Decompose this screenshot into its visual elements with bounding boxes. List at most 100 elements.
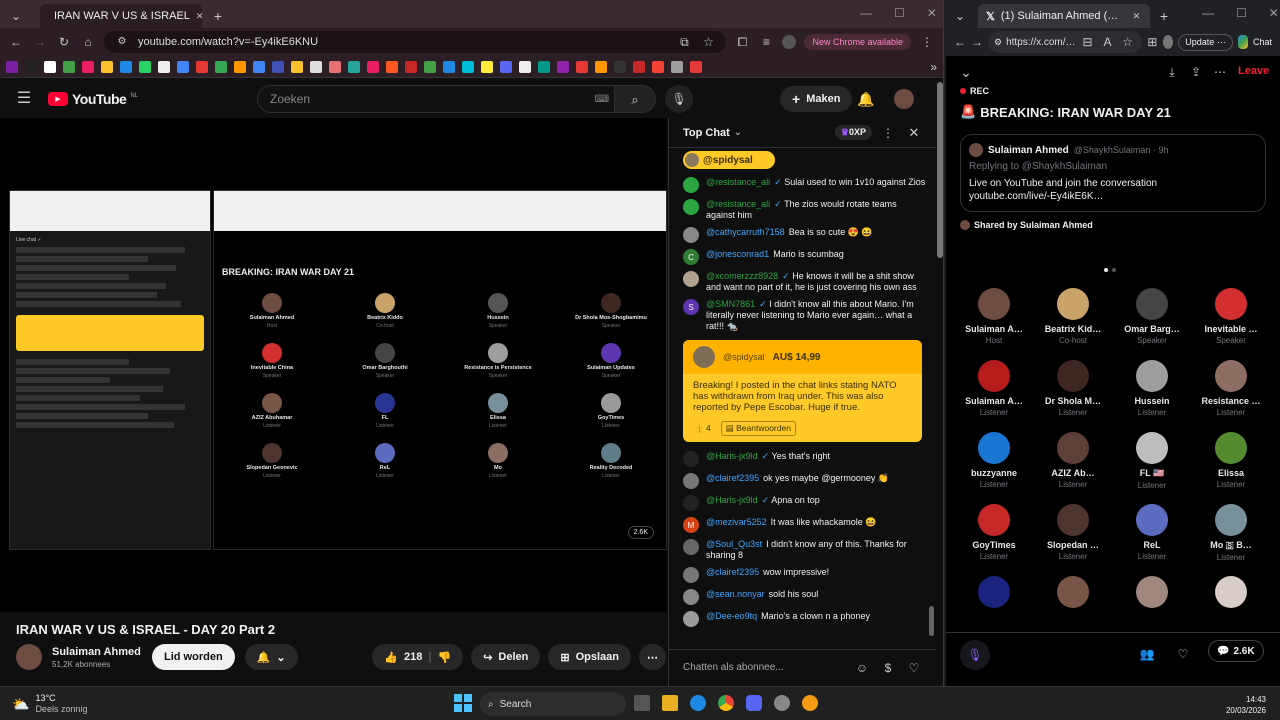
bookmark-icon[interactable] [348,60,360,73]
bookmark-icon[interactable] [690,60,702,73]
forward-icon[interactable]: → [971,34,983,50]
chat-message[interactable]: @resistance_ali ✓ Sulai used to win 1v10 … [669,174,936,196]
new-tab-icon[interactable]: + [1156,8,1172,24]
discord-icon[interactable] [746,695,762,711]
space-participant[interactable] [1033,576,1113,614]
chat-message[interactable]: @resistance_ali ✓ The zios would rotate t… [669,196,936,224]
space-menu-icon[interactable]: ⋯ [1212,64,1228,80]
space-participant[interactable]: Mo 🇸 B… Listener [1191,504,1271,562]
share-space-icon[interactable]: ⇪ [1188,64,1204,80]
url-field[interactable]: ⚙ https://x.com/… ⊟ A ☆ [988,31,1142,53]
bookmark-icon[interactable] [272,60,284,73]
bookmark-icon[interactable] [424,60,436,73]
bookmark-icon[interactable] [6,60,18,73]
task-view-icon[interactable] [634,695,650,711]
space-participant[interactable]: GoyTimes Listener [954,504,1034,561]
close-chat-icon[interactable]: ✕ [906,125,922,141]
chat-username[interactable]: @resistance_ali [706,199,770,209]
chat-username[interactable]: @sean.nonyar [706,589,765,599]
settings-icon[interactable] [774,695,790,711]
profile-avatar[interactable] [1163,35,1174,49]
video-player[interactable]: Live chat ✓ BREAKING: IRAN WAR DAY 21 Su… [0,118,667,612]
space-participant[interactable]: AZIZ Ab… Listener [1033,432,1113,489]
bookmark-icon[interactable] [63,60,75,73]
media-icon[interactable]: ≡ [758,34,774,50]
comments-button[interactable]: 💬 2.6K [1208,640,1264,662]
chat-message[interactable]: @xcomerzzz8928 ✓ He knows it will be a sh… [669,268,936,296]
thumbs-down-icon[interactable]: 👎 [437,651,451,664]
menu-kebab-icon[interactable]: ⋮ [919,34,935,50]
bookmark-icon[interactable] [101,60,113,73]
chat-message[interactable]: S @SMN7861 ✓ I didn't know all this about … [669,296,936,335]
reactions-icon[interactable]: ♡ [1175,646,1191,662]
bookmark-icon[interactable] [196,60,208,73]
card-link[interactable]: youtube.com/live/-Ey4ikE6K… [969,191,1257,202]
space-participant[interactable]: Inevitable … Speaker [1191,288,1271,345]
chat-username[interactable]: @clairef2395 [706,473,759,483]
extensions-icon[interactable]: ⧠ [734,34,750,50]
bookmark-icon[interactable] [158,60,170,73]
bookmark-icon[interactable] [671,60,683,73]
new-tab-icon[interactable]: + [210,8,226,24]
xp-badge[interactable]: ♛0XP [834,125,872,140]
ticker-chip[interactable]: @spidysal [683,151,775,169]
bookmark-star-icon[interactable]: ☆ [700,34,716,50]
bookmark-icon[interactable] [652,60,664,73]
chat-message[interactable]: @sean.nonyar sold his soul [669,586,936,608]
favorites-icon[interactable]: ⊞ [1147,34,1159,50]
taskbar-search[interactable]: ⌕ Search [480,692,626,716]
bookmark-icon[interactable] [177,60,189,73]
space-participant[interactable]: Dr Shola M… Listener [1033,360,1113,417]
chat-input[interactable]: Chatten als abonnee... [683,662,844,673]
chat-username[interactable]: @Soul_Qu3st [706,539,762,549]
bookmark-icon[interactable] [519,60,531,73]
join-button[interactable]: Lid worden [152,644,235,670]
chat-scrollbar[interactable] [929,606,934,636]
search-button[interactable]: ⌕ [614,85,656,113]
edge-icon[interactable] [690,695,706,711]
bookmark-icon[interactable] [234,60,246,73]
chat-username[interactable]: @mezivar5252 [706,517,767,527]
chat-username[interactable]: @resistance_ali [706,177,770,187]
chat-message[interactable]: @Haris-jx9ld ✓ Apna on top [669,492,936,514]
profile-avatar[interactable] [782,35,797,49]
chat-username[interactable]: @Dee-eo9tq [706,611,757,621]
weather-widget[interactable]: ⛅ 13°C Deels zonnig [12,693,87,715]
file-explorer-icon[interactable] [662,695,678,711]
forward-icon[interactable]: → [32,34,48,50]
read-aloud-icon[interactable]: A [1100,34,1116,50]
chat-message[interactable]: @cathycarruth7158 Bea is so cute 😍 😆 [669,224,936,246]
bookmark-icon[interactable] [139,60,151,73]
space-participant[interactable]: ReL Listener [1112,504,1192,561]
chat-username[interactable]: @jonesconrad1 [706,249,769,259]
leave-button[interactable]: Leave [1238,65,1269,77]
chat-username[interactable]: @SMN7861 [706,299,755,309]
space-participant[interactable]: Elissa Listener [1191,432,1271,489]
bookmark-icon[interactable] [405,60,417,73]
space-participant[interactable] [1112,576,1192,614]
favorite-star-icon[interactable]: ☆ [1120,34,1136,50]
more-actions-button[interactable]: ⋯ [639,644,666,670]
bookmark-icon[interactable] [291,60,303,73]
home-icon[interactable]: ⌂ [80,34,96,50]
install-icon[interactable]: ⧉ [676,34,692,50]
bookmark-icon[interactable] [500,60,512,73]
tab-x[interactable]: 𝕏 (1) Sulaiman Ahmed (@ShaykhSul… ✕ [978,4,1150,28]
like-button[interactable]: 👍 218 | 👎 [372,644,464,670]
bookmark-icon[interactable] [462,60,474,73]
split-view-icon[interactable]: ⊟ [1080,34,1096,50]
start-button[interactable] [454,694,472,712]
tab-close-icon[interactable]: ✕ [1131,8,1142,24]
chrome-update-banner[interactable]: New Chrome available [804,34,911,50]
tab-close-icon[interactable]: ✕ [196,8,202,24]
space-participant[interactable]: Sulaiman A… Listener [954,360,1034,417]
page-scrollbar[interactable] [937,82,943,258]
bookmark-icon[interactable] [25,60,37,73]
search-input[interactable]: Zoeken ⌨ [257,85,620,113]
more-bookmarks-icon[interactable]: » [930,60,937,74]
copilot-icon[interactable] [1237,35,1248,49]
bookmark-icon[interactable] [367,60,379,73]
voice-search-button[interactable]: 🎙 [665,85,693,113]
app-icon[interactable] [802,695,818,711]
create-button[interactable]: + Maken [780,86,853,112]
